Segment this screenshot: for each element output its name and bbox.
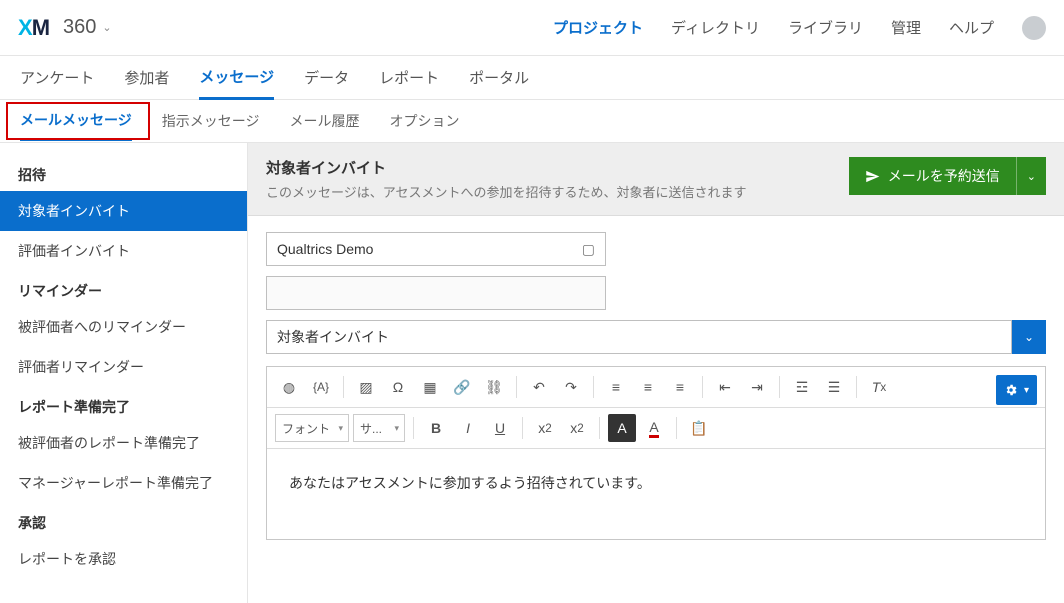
rich-text-editor: ▾ ◍ {A} ▨ Ω ▦ 🔗 ⛓ ↶ ↷ ≡ ≡ ≡	[266, 366, 1046, 540]
nav-projects[interactable]: プロジェクト	[553, 17, 643, 38]
schedule-send-button[interactable]: メールを予約送信	[849, 157, 1016, 195]
table-icon[interactable]: ▦	[416, 373, 444, 401]
subtab-email-messages[interactable]: メールメッセージ	[20, 102, 132, 141]
editor-body[interactable]: あなたはアセスメントに参加するよう招待されています。	[267, 449, 1045, 539]
tab-reports[interactable]: レポート	[379, 57, 439, 98]
tab-data[interactable]: データ	[304, 57, 349, 98]
tab-messages[interactable]: メッセージ	[199, 56, 274, 100]
undo-icon[interactable]: ↶	[525, 373, 553, 401]
sidebar: 招待 対象者インバイト 評価者インバイト リマインダー 被評価者へのリマインダー…	[0, 143, 248, 603]
nav-library[interactable]: ライブラリ	[788, 17, 863, 38]
image-icon[interactable]: ▨	[352, 373, 380, 401]
redo-icon[interactable]: ↷	[557, 373, 585, 401]
bold-icon[interactable]: B	[422, 414, 450, 442]
contact-card-icon: ▢	[582, 241, 595, 258]
indent-increase-icon[interactable]: ⇥	[743, 373, 771, 401]
tab-portal[interactable]: ポータル	[469, 57, 529, 98]
background-color-icon[interactable]: A	[608, 414, 636, 442]
chevron-down-icon: ⌄	[102, 21, 111, 34]
remove-format-icon[interactable]: Tx	[865, 373, 893, 401]
sidebar-item-subject-reminder[interactable]: 被評価者へのリマインダー	[0, 307, 247, 347]
sidebar-item-subject-invite[interactable]: 対象者インバイト	[0, 191, 247, 231]
sidebar-item-subject-report-ready[interactable]: 被評価者のレポート準備完了	[0, 423, 247, 463]
subtab-instruction-messages[interactable]: 指示メッセージ	[162, 103, 260, 139]
font-family-select[interactable]: フォント	[275, 414, 349, 442]
link-icon[interactable]: 🔗	[448, 373, 476, 401]
chevron-down-icon: ▾	[1024, 385, 1029, 396]
subscript-icon[interactable]: x2	[531, 414, 559, 442]
panel-title: 対象者インバイト	[266, 157, 746, 178]
align-left-icon[interactable]: ≡	[602, 373, 630, 401]
sidebar-heading-reminder: リマインダー	[0, 271, 247, 307]
sidebar-heading-invite: 招待	[0, 155, 247, 191]
paper-plane-icon	[865, 169, 880, 184]
from-email-field[interactable]	[266, 276, 606, 310]
align-center-icon[interactable]: ≡	[634, 373, 662, 401]
nav-help[interactable]: ヘルプ	[949, 17, 994, 38]
font-size-select[interactable]: サ...	[353, 414, 405, 442]
tab-survey[interactable]: アンケート	[20, 57, 94, 98]
unordered-list-icon[interactable]: ☰	[820, 373, 848, 401]
indent-decrease-icon[interactable]: ⇤	[711, 373, 739, 401]
nav-admin[interactable]: 管理	[891, 17, 921, 38]
subject-field[interactable]: 対象者インバイト	[266, 320, 1012, 354]
ordered-list-icon[interactable]: ☲	[788, 373, 816, 401]
gear-icon	[1004, 383, 1018, 397]
editor-settings-button[interactable]: ▾	[996, 375, 1037, 405]
sidebar-heading-report-ready: レポート準備完了	[0, 387, 247, 423]
special-char-icon[interactable]: Ω	[384, 373, 412, 401]
subtab-options[interactable]: オプション	[389, 103, 459, 139]
sidebar-item-approve-report[interactable]: レポートを承認	[0, 539, 247, 579]
subtab-email-history[interactable]: メール履歴	[289, 103, 359, 139]
nav-directory[interactable]: ディレクトリ	[671, 17, 760, 38]
piped-text-icon[interactable]: {A}	[307, 373, 335, 401]
avatar[interactable]	[1022, 16, 1046, 40]
logo: XM	[18, 15, 49, 41]
sidebar-item-evaluator-invite[interactable]: 評価者インバイト	[0, 231, 247, 271]
sidebar-item-manager-report-ready[interactable]: マネージャーレポート準備完了	[0, 463, 247, 503]
app-switcher[interactable]: 360⌄	[63, 16, 112, 39]
paste-icon[interactable]: 📋	[685, 414, 713, 442]
from-name-field[interactable]: Qualtrics Demo ▢	[266, 232, 606, 266]
subject-dropdown[interactable]: ⌄	[1012, 320, 1046, 354]
align-right-icon[interactable]: ≡	[666, 373, 694, 401]
text-color-icon[interactable]: A	[640, 414, 668, 442]
italic-icon[interactable]: I	[454, 414, 482, 442]
superscript-icon[interactable]: x2	[563, 414, 591, 442]
sidebar-heading-approval: 承認	[0, 503, 247, 539]
panel-subtitle: このメッセージは、アセスメントへの参加を招待するため、対象者に送信されます	[266, 182, 746, 201]
schedule-send-dropdown[interactable]: ⌄	[1016, 157, 1046, 195]
underline-icon[interactable]: U	[486, 414, 514, 442]
unlink-icon[interactable]: ⛓	[480, 373, 508, 401]
source-icon[interactable]: ◍	[275, 373, 303, 401]
sidebar-item-evaluator-reminder[interactable]: 評価者リマインダー	[0, 347, 247, 387]
tab-participants[interactable]: 参加者	[124, 57, 169, 98]
